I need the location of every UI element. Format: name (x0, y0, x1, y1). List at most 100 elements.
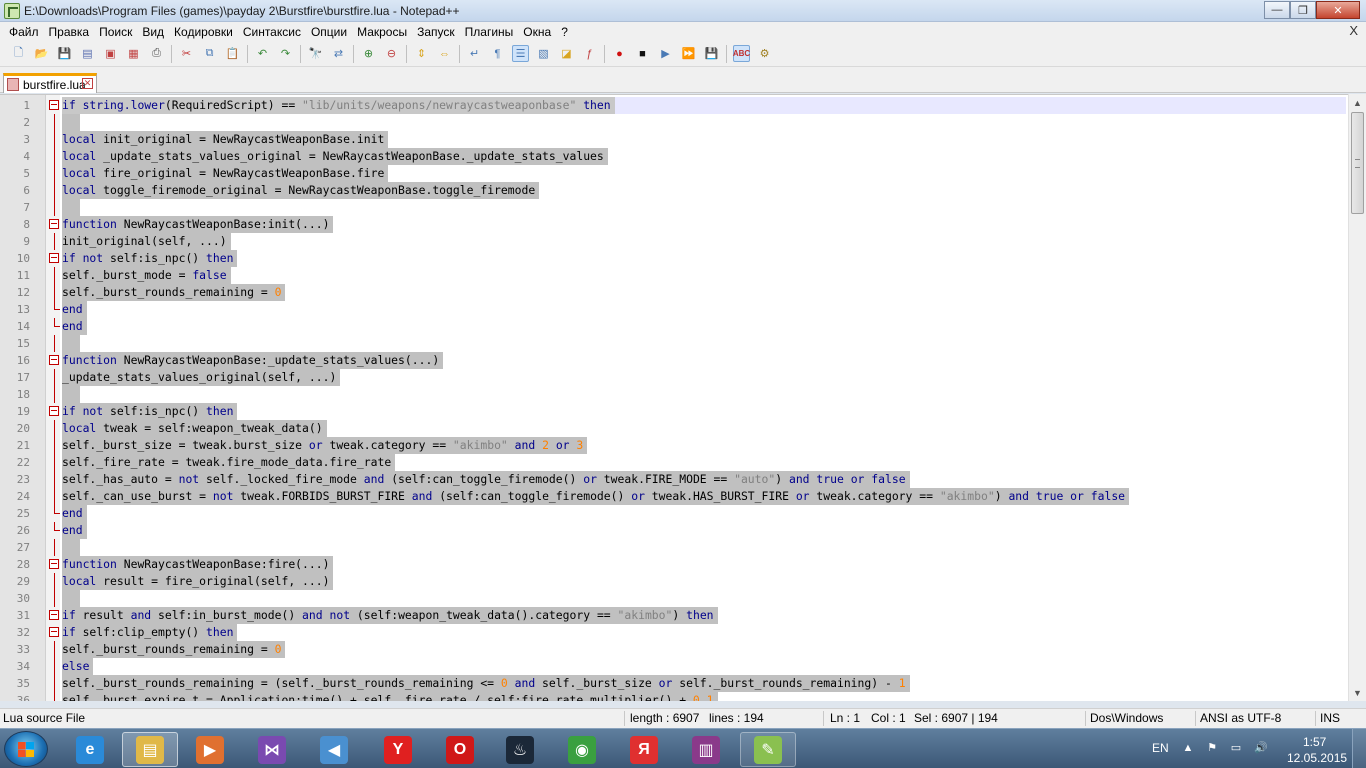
menu-view[interactable]: Вид (137, 25, 169, 39)
code-editor[interactable]: 1 if string.lower(RequiredScript) == "lib… (0, 94, 1366, 701)
scroll-thumb[interactable] (1351, 112, 1364, 214)
user-language-icon[interactable]: ▧ (535, 45, 552, 62)
play-macro-icon[interactable]: ▶ (657, 45, 674, 62)
indent-guide-icon[interactable]: ☰ (512, 45, 529, 62)
taskbar-button[interactable]: ▥ (678, 732, 734, 767)
code-line[interactable]: 18 (0, 386, 1346, 403)
scroll-down-icon[interactable]: ▼ (1349, 684, 1366, 701)
menu-help[interactable]: ? (556, 25, 573, 39)
code-area[interactable]: 1 if string.lower(RequiredScript) == "lib… (0, 97, 1346, 701)
code-line[interactable]: 30 (0, 590, 1346, 607)
taskbar-button[interactable]: ▶ (182, 732, 238, 767)
clock-date[interactable]: 12.05.2015 (1287, 751, 1347, 765)
code-line[interactable]: 27 (0, 539, 1346, 556)
replace-icon[interactable]: ⇄ (330, 45, 347, 62)
menu-edit[interactable]: Правка (44, 25, 95, 39)
tab-close-icon[interactable]: ✕ (82, 78, 93, 89)
fold-toggle-icon[interactable] (49, 100, 59, 110)
fold-toggle-icon[interactable] (49, 406, 59, 416)
code-line[interactable]: 7 (0, 199, 1346, 216)
close-file-icon[interactable]: ▣ (102, 45, 119, 62)
taskbar-button[interactable]: e (62, 732, 118, 767)
code-line[interactable]: 13 end (0, 301, 1346, 318)
code-line[interactable]: 25 end (0, 505, 1346, 522)
fold-toggle-icon[interactable] (49, 627, 59, 637)
code-line[interactable]: 1 if string.lower(RequiredScript) == "lib… (0, 97, 1346, 114)
code-line[interactable]: 31 if result and self:in_burst_mode() and… (0, 607, 1346, 624)
new-file-icon[interactable]: 🗋 (10, 45, 27, 62)
zoom-out-icon[interactable]: ⊖ (383, 45, 400, 62)
tab-burstfire[interactable]: burstfire.lua ✕ (3, 73, 97, 93)
sync-vertical-icon[interactable]: ⇕ (413, 45, 430, 62)
cut-icon[interactable]: ✂ (178, 45, 195, 62)
find-icon[interactable]: 🔭 (307, 45, 324, 62)
menu-file[interactable]: Файл (4, 25, 44, 39)
code-line[interactable]: 32 if self:clip_empty() then (0, 624, 1346, 641)
record-macro-icon[interactable]: ● (611, 45, 628, 62)
scroll-up-icon[interactable]: ▲ (1349, 94, 1366, 111)
plugin-icon[interactable]: ⚙ (756, 45, 773, 62)
save-icon[interactable]: 💾 (56, 45, 73, 62)
taskbar-button[interactable]: ◉ (554, 732, 610, 767)
fold-toggle-icon[interactable] (49, 253, 59, 263)
fold-toggle-icon[interactable] (49, 559, 59, 569)
run-macro-multiple-icon[interactable]: ⏩ (680, 45, 697, 62)
open-file-icon[interactable]: 📂 (33, 45, 50, 62)
taskbar-button[interactable]: Y (370, 732, 426, 767)
show-all-chars-icon[interactable]: ¶ (489, 45, 506, 62)
close-document-button[interactable]: X (1349, 23, 1358, 38)
taskbar-button[interactable]: ⋈ (244, 732, 300, 767)
menu-syntax[interactable]: Синтаксис (238, 25, 306, 39)
close-button[interactable]: ✕ (1316, 1, 1360, 19)
code-line[interactable]: 16 function NewRaycastWeaponBase:_update_… (0, 352, 1346, 369)
save-all-icon[interactable]: ▤ (79, 45, 96, 62)
fold-toggle-icon[interactable] (49, 355, 59, 365)
code-line[interactable]: 11 self._burst_mode = false (0, 267, 1346, 284)
code-line[interactable]: 22 self._fire_rate = tweak.fire_mode_data… (0, 454, 1346, 471)
code-line[interactable]: 34 else (0, 658, 1346, 675)
action-center-icon[interactable]: ⚑ (1206, 742, 1218, 754)
taskbar-button[interactable]: ▤ (122, 732, 178, 767)
close-all-icon[interactable]: ▦ (125, 45, 142, 62)
fold-toggle-icon[interactable] (49, 610, 59, 620)
spell-check-icon[interactable]: ABC (733, 45, 750, 62)
menu-windows[interactable]: Окна (518, 25, 556, 39)
taskbar-button[interactable]: ✎ (740, 732, 796, 767)
menu-run[interactable]: Запуск (412, 25, 460, 39)
copy-icon[interactable]: ⧉ (201, 45, 218, 62)
maximize-button[interactable]: ❐ (1290, 1, 1316, 19)
language-indicator[interactable]: EN (1152, 741, 1169, 755)
code-line[interactable]: 2 (0, 114, 1346, 131)
document-map-icon[interactable]: ◪ (558, 45, 575, 62)
start-button[interactable] (4, 731, 48, 767)
code-line[interactable]: 4 local _update_stats_values_original = N… (0, 148, 1346, 165)
code-line[interactable]: 29 local result = fire_original(self, ...… (0, 573, 1346, 590)
taskbar-button[interactable]: ◀ (306, 732, 362, 767)
paste-icon[interactable]: 📋 (224, 45, 241, 62)
code-line[interactable]: 9 init_original(self, ...) (0, 233, 1346, 250)
code-line[interactable]: 36 self._burst_expire_t = Application:tim… (0, 692, 1346, 701)
code-line[interactable]: 3 local init_original = NewRaycastWeaponB… (0, 131, 1346, 148)
code-line[interactable]: 14 end (0, 318, 1346, 335)
code-line[interactable]: 15 (0, 335, 1346, 352)
menu-encoding[interactable]: Кодировки (169, 25, 238, 39)
function-list-icon[interactable]: ƒ (581, 45, 598, 62)
stop-record-icon[interactable]: ■ (634, 45, 651, 62)
network-icon[interactable]: ▭ (1230, 742, 1242, 754)
menu-options[interactable]: Опции (306, 25, 352, 39)
vertical-scrollbar[interactable]: ▲ ▼ (1348, 94, 1366, 701)
save-macro-icon[interactable]: 💾 (703, 45, 720, 62)
print-icon[interactable]: ⎙ (148, 45, 165, 62)
taskbar-button[interactable]: O (432, 732, 488, 767)
menu-plugins[interactable]: Плагины (460, 25, 519, 39)
code-line[interactable]: 5 local fire_original = NewRaycastWeaponB… (0, 165, 1346, 182)
code-line[interactable]: 23 self._has_auto = not self._locked_fire… (0, 471, 1346, 488)
code-line[interactable]: 35 self._burst_rounds_remaining = (self._… (0, 675, 1346, 692)
menu-search[interactable]: Поиск (94, 25, 137, 39)
code-line[interactable]: 28 function NewRaycastWeaponBase:fire(...… (0, 556, 1346, 573)
clock-time[interactable]: 1:57 (1303, 735, 1326, 749)
undo-icon[interactable]: ↶ (254, 45, 271, 62)
fold-toggle-icon[interactable] (49, 219, 59, 229)
code-line[interactable]: 20 local tweak = self:weapon_tweak_data() (0, 420, 1346, 437)
redo-icon[interactable]: ↷ (277, 45, 294, 62)
